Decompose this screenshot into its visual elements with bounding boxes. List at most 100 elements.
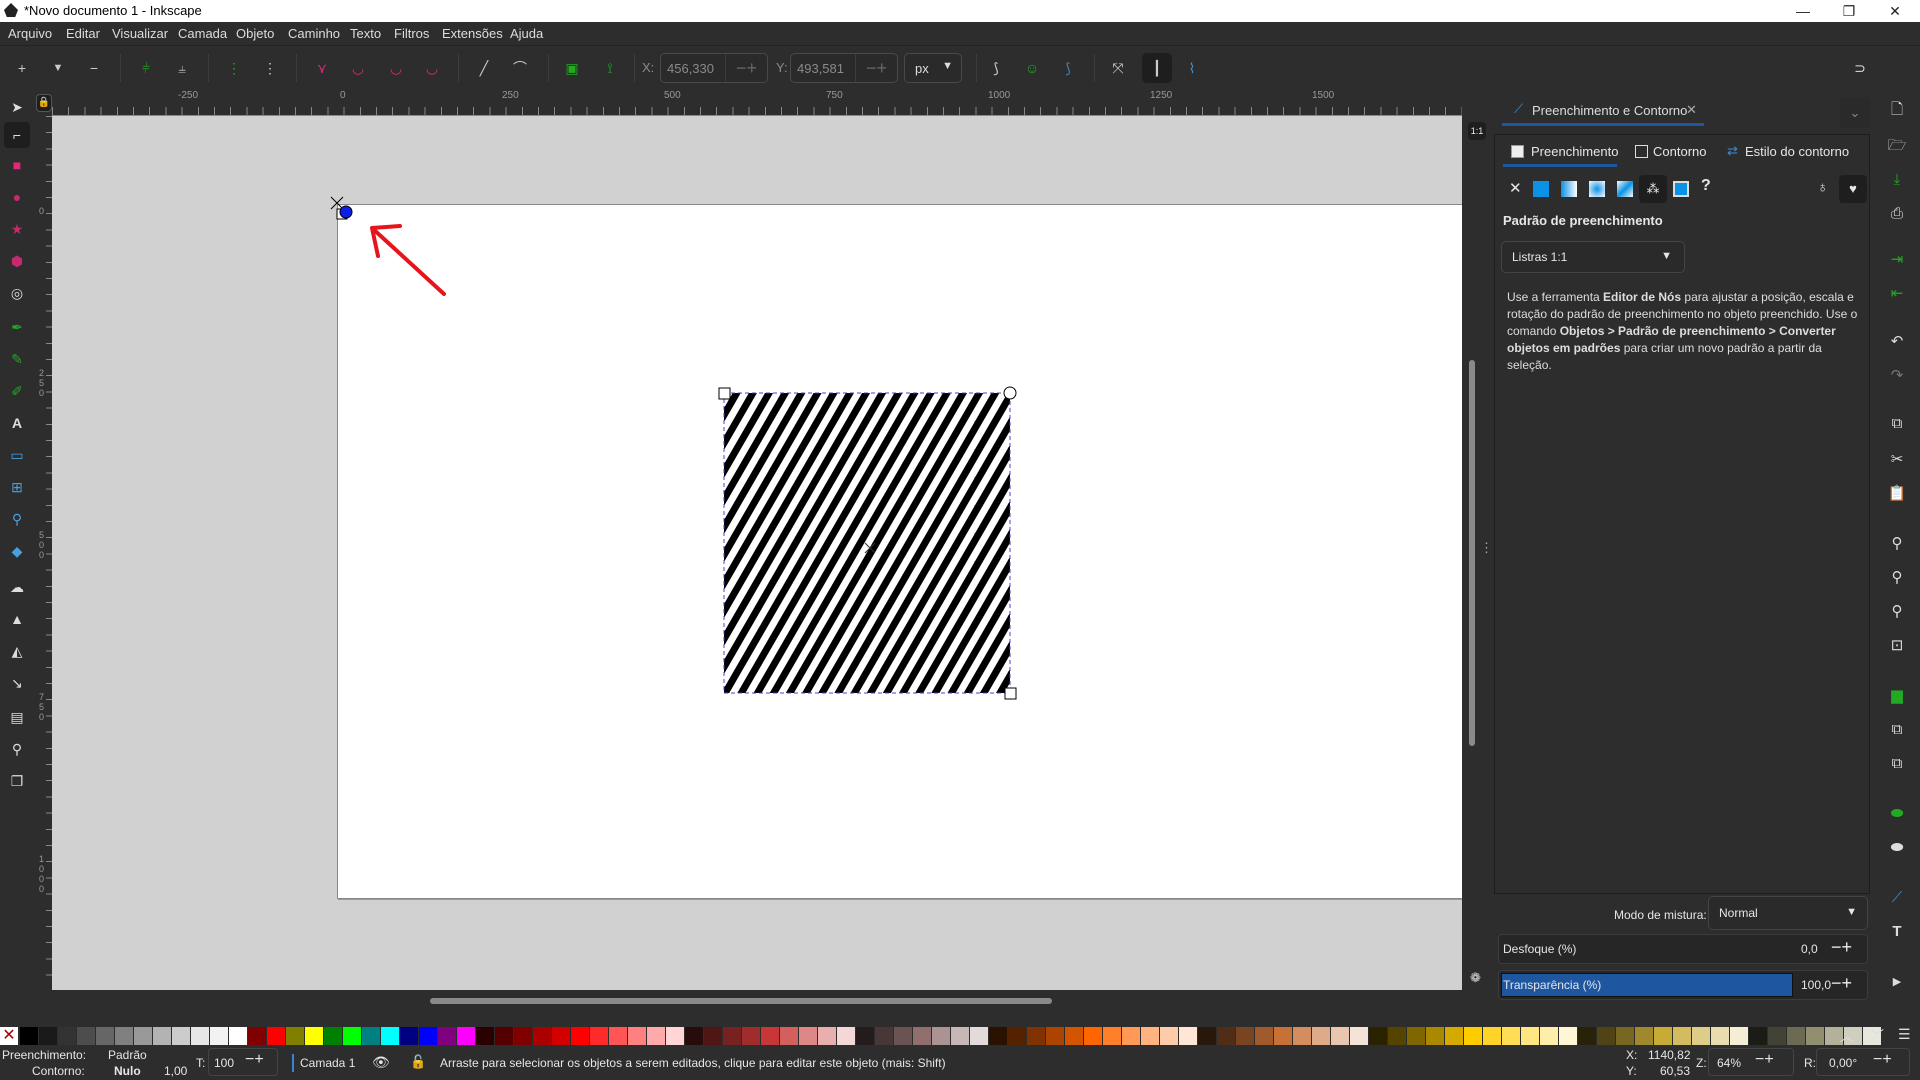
color-swatch[interactable]	[267, 1027, 285, 1045]
paint-radial-gradient-icon[interactable]	[1589, 181, 1605, 197]
zoom-selection-icon[interactable]: ⚲	[1885, 532, 1909, 556]
color-swatch[interactable]	[381, 1027, 399, 1045]
color-swatch[interactable]	[951, 1027, 969, 1045]
color-swatch[interactable]	[609, 1027, 627, 1045]
unlink-clone-icon[interactable]: ⧉	[1885, 752, 1909, 776]
maximize-button[interactable]: ❐	[1826, 0, 1872, 22]
node-tool-icon[interactable]: ⌐	[4, 122, 30, 148]
layer-lock-icon[interactable]: 🔓	[410, 1054, 426, 1070]
color-swatch[interactable]	[229, 1027, 247, 1045]
export-icon[interactable]: ⇤	[1885, 282, 1909, 306]
color-swatch[interactable]	[514, 1027, 532, 1045]
stroke-to-path-icon[interactable]: ⟟	[598, 56, 622, 80]
open-document-icon[interactable]: 🗁	[1885, 134, 1909, 158]
vertical-scroll-thumb[interactable]	[1469, 360, 1475, 746]
y-stepper[interactable]: −+	[855, 54, 897, 82]
color-swatch[interactable]	[419, 1027, 437, 1045]
color-swatch[interactable]	[780, 1027, 798, 1045]
menu-objeto[interactable]: Objeto	[236, 26, 274, 41]
color-swatch[interactable]	[324, 1027, 342, 1045]
zoom-page-icon[interactable]: ⚲	[1885, 600, 1909, 624]
color-swatch[interactable]	[533, 1027, 551, 1045]
layer-visibility-icon[interactable]: 👁	[372, 1054, 390, 1071]
paste-icon[interactable]: 📋	[1885, 482, 1909, 506]
blur-slider[interactable]: Desfoque (%) 0,0 −+	[1498, 934, 1868, 964]
color-swatch[interactable]	[628, 1027, 646, 1045]
paint-unset-icon[interactable]: ?	[1701, 177, 1711, 195]
color-swatch[interactable]	[495, 1027, 513, 1045]
color-swatch[interactable]	[1616, 1027, 1634, 1045]
color-swatch[interactable]	[1768, 1027, 1786, 1045]
subtab-stroke[interactable]: Contorno	[1631, 139, 1721, 167]
color-swatch[interactable]	[1426, 1027, 1444, 1045]
join-nodes-icon[interactable]: ⫩	[134, 56, 158, 80]
no-paint-swatch[interactable]: ✕	[0, 1027, 18, 1045]
join-segment-icon[interactable]: ⋮	[222, 56, 246, 80]
rotation-spin[interactable]: 0,00° −+	[1816, 1048, 1910, 1076]
transform-handles-icon[interactable]: ⤧	[1106, 56, 1130, 80]
color-swatch[interactable]	[647, 1027, 665, 1045]
fill-rule-nonzero-icon[interactable]: ♥	[1839, 175, 1867, 203]
palette-scroll-up-icon[interactable]: ︿	[1840, 1026, 1854, 1046]
striped-rectangle[interactable]	[723, 392, 1011, 694]
zoom-spin[interactable]: 64% −+	[1708, 1048, 1794, 1076]
mask-icon[interactable]: ⟆	[1056, 56, 1080, 80]
rect-tool-icon[interactable]: ■	[4, 152, 30, 178]
menu-editar[interactable]: Editar	[66, 26, 100, 41]
zoom-tool-icon[interactable]: ⚲	[4, 736, 30, 762]
import-icon[interactable]: ⇥	[1885, 248, 1909, 272]
color-swatch[interactable]	[1502, 1027, 1520, 1045]
color-swatch[interactable]	[590, 1027, 608, 1045]
color-swatch[interactable]	[704, 1027, 722, 1045]
new-document-icon[interactable]: 🗋	[1885, 98, 1909, 122]
paint-bucket-icon[interactable]: ◆	[4, 538, 30, 564]
ungroup-icon[interactable]: ⬬	[1885, 836, 1909, 860]
pen-tool-icon[interactable]: ✒	[4, 314, 30, 340]
menu-arquivo[interactable]: Arquivo	[8, 26, 52, 41]
color-swatch[interactable]	[1578, 1027, 1596, 1045]
horizontal-ruler[interactable]: -250 0 250 500 750 1000 1250 1500	[52, 90, 1462, 116]
paint-flat-icon[interactable]	[1533, 181, 1549, 197]
delete-node-icon[interactable]: −	[82, 56, 106, 80]
menu-extensoes[interactable]: Extensões	[442, 26, 503, 41]
color-swatch[interactable]	[685, 1027, 703, 1045]
color-swatch[interactable]	[837, 1027, 855, 1045]
pattern-origin-circle[interactable]	[339, 205, 353, 219]
menu-texto[interactable]: Texto	[350, 26, 381, 41]
page-tool-icon[interactable]: ▤	[4, 704, 30, 730]
color-swatch[interactable]	[1122, 1027, 1140, 1045]
paint-pattern-icon[interactable]: ⁂	[1639, 175, 1667, 203]
color-swatch[interactable]	[1806, 1027, 1824, 1045]
color-swatch[interactable]	[1692, 1027, 1710, 1045]
color-swatch[interactable]	[1483, 1027, 1501, 1045]
color-swatch[interactable]	[1388, 1027, 1406, 1045]
horizontal-scrollbar[interactable]	[52, 990, 1462, 1010]
lock-guides-icon[interactable]: 🔒	[36, 94, 52, 112]
color-swatch[interactable]	[913, 1027, 931, 1045]
minimize-button[interactable]: —	[1780, 0, 1826, 22]
color-swatch[interactable]	[1540, 1027, 1558, 1045]
subtab-stroke-style[interactable]: ⇄ Estilo do contorno	[1723, 139, 1863, 167]
color-swatch[interactable]	[77, 1027, 95, 1045]
pencil-tool-icon[interactable]: ✎	[4, 346, 30, 372]
duplicate-icon[interactable]: ▆	[1885, 684, 1909, 708]
color-swatch[interactable]	[115, 1027, 133, 1045]
color-swatch[interactable]	[723, 1027, 741, 1045]
blend-mode-select[interactable]: Normal ▼	[1708, 896, 1868, 930]
menu-ajuda[interactable]: Ajuda	[510, 26, 543, 41]
unit-select[interactable]: px ▼	[904, 53, 962, 83]
undo-icon[interactable]: ↶	[1885, 330, 1909, 354]
print-icon[interactable]: ⎙	[1885, 202, 1909, 226]
node-cusp-icon[interactable]: ⋎	[310, 56, 334, 80]
color-swatch[interactable]	[134, 1027, 152, 1045]
gradient-tool-icon[interactable]: ▭	[4, 442, 30, 468]
color-swatch[interactable]	[39, 1027, 57, 1045]
color-swatch[interactable]	[1103, 1027, 1121, 1045]
color-swatch[interactable]	[1312, 1027, 1330, 1045]
pattern-select[interactable]: Listras 1:1 ▼	[1501, 241, 1685, 273]
object-to-path-icon[interactable]: ▣	[560, 56, 584, 80]
color-swatch[interactable]	[1046, 1027, 1064, 1045]
blur-stepper[interactable]: −+	[1831, 937, 1852, 958]
paint-swatch-icon[interactable]	[1673, 181, 1689, 197]
fill-rule-evenodd-icon[interactable]: ♁	[1817, 179, 1828, 196]
